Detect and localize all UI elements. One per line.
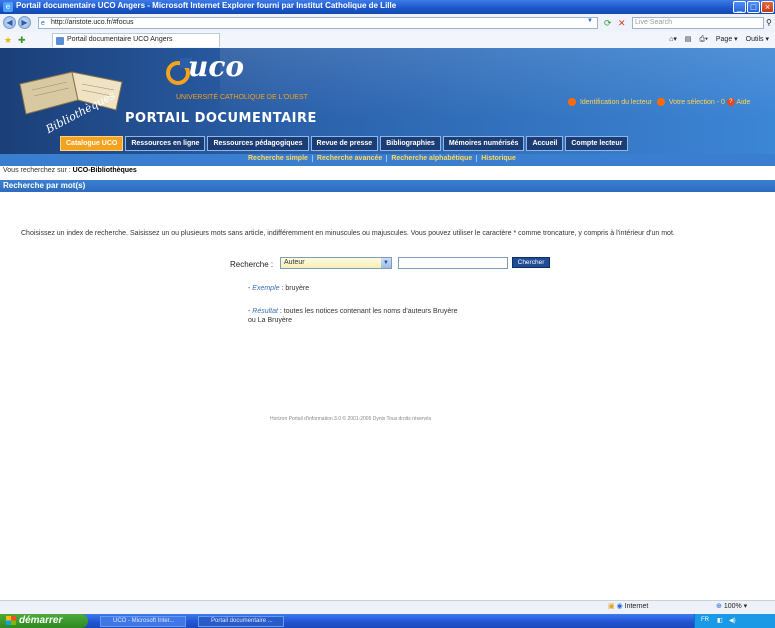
live-search-input[interactable]: Live Search [632,17,764,29]
example-label: Exemple [252,285,280,292]
security-zone: ▣ ◉ Internet [608,602,648,610]
help-link[interactable]: Aide [736,99,750,106]
tab-label: Portail documentaire UCO Angers [67,36,173,43]
taskbar-item-ie[interactable]: UCO - Microsoft Inter... [100,616,186,627]
status-bar [0,600,775,614]
help-icon: ? [726,98,735,106]
page-menu[interactable]: Page ▾ [716,36,738,43]
address-bar: ◀ ▶ e http://aristote.uco.fr/#focus ▼ ⟳ … [0,14,775,33]
search-result-description: - Résultat : toutes les notices contenan… [248,308,458,324]
home-icon[interactable]: ⌂▾ [669,36,677,43]
search-query-input[interactable] [398,257,508,269]
system-tray: FR ◧ ◀) [694,614,775,628]
selection-link[interactable]: Votre sélection - 0 [669,99,725,106]
subtab-recherche-simple[interactable]: Recherche simple [244,155,312,162]
breadcrumb: Vous recherchez sur : UCO-Bibliothèques [3,167,137,174]
url-field[interactable]: e http://aristote.uco.fr/#focus ▼ [38,17,598,29]
refresh-icon[interactable]: ⟳ [604,17,612,29]
result-label: Résultat [252,308,278,315]
tab-memoires-numerises[interactable]: Mémoires numérisés [442,136,525,151]
start-label: démarrer [19,615,63,626]
chevron-down-icon[interactable]: ▼ [381,258,391,268]
tray-language[interactable]: FR [701,617,709,623]
tab-ressources-pedagogiques[interactable]: Ressources pédagogiques [207,136,309,151]
subtab-recherche-avancee[interactable]: Recherche avancée [311,155,387,162]
window-titlebar: e Portail documentaire UCO Angers - Micr… [0,0,775,14]
tab-catalogue-uco[interactable]: Catalogue UCO [60,136,124,151]
uco-logo-subtitle: UNIVERSITÉ CATHOLIQUE DE L'OUEST [176,94,308,101]
forward-button[interactable]: ▶ [18,16,31,29]
zoom-control[interactable]: ⊕ 100% ▾ [716,602,747,610]
ie-icon: e [3,2,13,12]
close-button[interactable]: × [761,1,774,13]
tray-volume-icon[interactable]: ◀) [729,617,736,624]
search-button[interactable]: Chercher [512,257,550,268]
url-dropdown-icon[interactable]: ▼ [587,18,596,28]
zoom-value: 100% [723,603,742,610]
add-favorite-icon[interactable]: ✚ [18,34,26,46]
tab-page-icon [56,37,64,45]
result-text: : toutes les notices contenant les noms … [248,308,458,324]
example-text: : bruyère [281,285,310,292]
print-icon[interactable]: ⎙▾ [699,36,708,43]
tab-bibliographies[interactable]: Bibliographies [380,136,441,151]
globe-icon: ◉ [616,603,623,610]
breadcrumb-location: UCO-Bibliothèques [72,167,137,174]
taskbar-item-portail[interactable]: Portail documentaire ... [198,616,284,627]
search-index-select[interactable]: Auteur ▼ [280,257,392,269]
tab-revue-de-presse[interactable]: Revue de presse [310,136,379,151]
subtab-recherche-alphabetique[interactable]: Recherche alphabétique [386,155,477,162]
breadcrumb-prefix: Vous recherchez sur : [3,167,71,174]
search-icon[interactable]: ⚲ [766,17,772,29]
subtab-historique[interactable]: Historique [476,155,520,162]
selection-icon [656,98,665,106]
stop-icon[interactable]: ✕ [618,17,626,29]
section-title: Recherche par mot(s) [3,181,86,190]
tab-bar: ★ ✚ Portail documentaire UCO Angers ⌂▾ ▤… [0,32,775,49]
search-example: - Exemple : bruyère [248,285,310,292]
url-text: http://aristote.uco.fr/#focus [51,19,134,26]
command-bar: ⌂▾ ▤ ⎙▾ Page ▾ Outils ▾ [663,35,769,44]
tab-ressources-en-ligne[interactable]: Ressources en ligne [125,136,206,151]
tray-network-icon[interactable]: ◧ [717,617,723,624]
zoom-icon: ⊕ [716,603,722,610]
identification-arrow-icon [568,98,576,106]
window-title: Portail documentaire UCO Angers - Micros… [16,1,397,10]
portal-title: PORTAIL DOCUMENTAIRE [125,111,317,126]
lock-icon: ▣ [608,603,615,610]
minimize-button[interactable]: _ [733,1,746,13]
search-index-value: Auteur [284,259,305,266]
sub-navigation: Recherche simple Recherche avancée Recherc… [244,155,520,162]
search-instructions: Choisissez un index de recherche. Saisis… [21,230,675,237]
section-header: Recherche par mot(s) [0,180,775,192]
back-button[interactable]: ◀ [3,16,16,29]
uco-logo[interactable]: uco UNIVERSITÉ CATHOLIQUE DE L'OUEST [160,50,380,108]
maximize-button[interactable]: □ [747,1,760,13]
start-button[interactable]: démarrer [0,614,88,628]
live-search-placeholder: Live Search [635,19,672,26]
windows-logo-icon [6,615,16,625]
tools-menu[interactable]: Outils ▾ [746,36,769,43]
user-links: Identification du lecteur Votre sélectio… [568,98,773,106]
main-navigation: Catalogue UCO Ressources en ligne Ressourc… [60,136,630,151]
tab-compte-lecteur[interactable]: Compte lecteur [565,136,629,151]
zone-label: Internet [624,603,649,610]
favorites-star-icon[interactable]: ★ [4,34,12,46]
page-icon: e [41,20,45,27]
browser-tab[interactable]: Portail documentaire UCO Angers [52,33,220,47]
footer-copyright: Horizon Portail d'information 3.0 © 2001… [270,416,432,422]
feeds-icon[interactable]: ▤ [685,36,692,43]
uco-logo-text: uco [188,50,245,83]
tab-accueil[interactable]: Accueil [526,136,564,151]
search-label: Recherche : [230,260,274,269]
identification-link[interactable]: Identification du lecteur [580,99,652,106]
book-logo: Bibliothèques [19,71,123,134]
